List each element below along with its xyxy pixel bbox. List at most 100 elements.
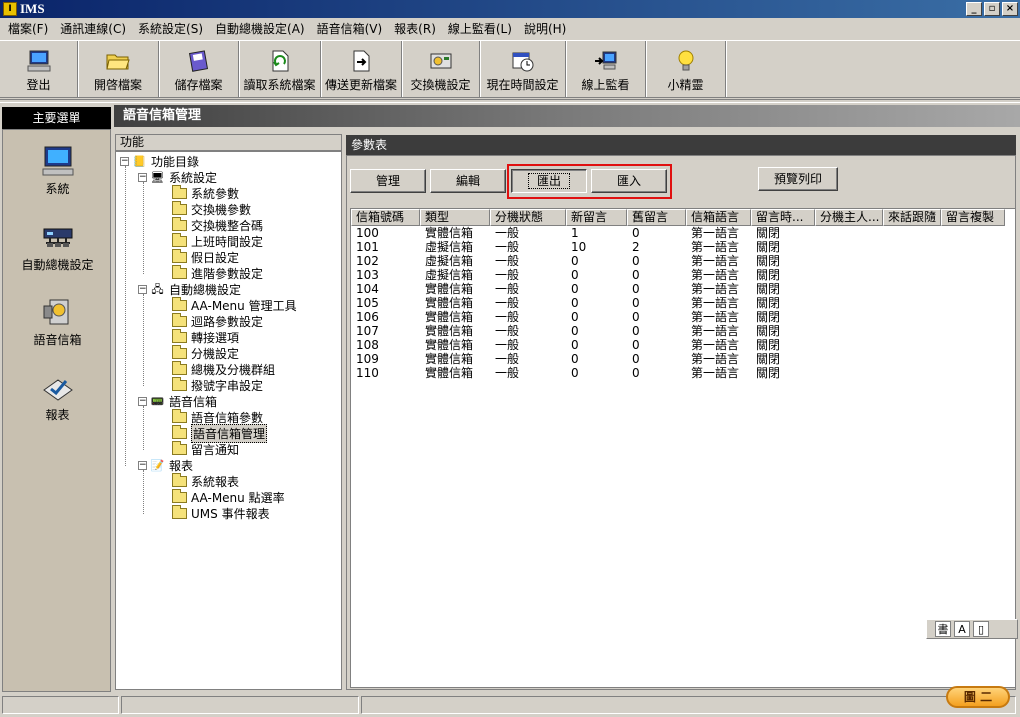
- tree-item-system-report[interactable]: 系統報表: [172, 472, 239, 489]
- ime-book-icon[interactable]: 書: [935, 621, 951, 637]
- col-header-mailbox-language[interactable]: 信箱語言: [686, 209, 751, 226]
- table-cell: [883, 338, 941, 352]
- col-header-new-messages[interactable]: 新留言: [566, 209, 627, 226]
- menu-help[interactable]: 說明(H): [518, 20, 572, 37]
- menu-reports[interactable]: 報表(R): [388, 20, 442, 37]
- table-row[interactable]: 106 實體信箱 一般 0 0 第一語言 關閉: [351, 310, 1015, 324]
- online-monitor-button[interactable]: 線上監看: [566, 41, 646, 97]
- ime-alpha-icon[interactable]: A: [954, 621, 970, 637]
- table-cell: [883, 296, 941, 310]
- table-cell: 0: [632, 282, 640, 296]
- ime-indicator[interactable]: 圖 二: [946, 686, 1010, 708]
- tree-item-office-hours[interactable]: 上班時間設定: [172, 232, 263, 249]
- col-header-call-follow[interactable]: 來話跟隨: [883, 209, 941, 226]
- collapse-toggle[interactable]: −: [138, 172, 147, 182]
- tree-item-operator-groups[interactable]: 總機及分機群組: [172, 360, 275, 377]
- table-row[interactable]: 103 虛擬信箱 一般 0 0 第一語言 關閉: [351, 268, 1015, 282]
- tree-item-advanced-params[interactable]: 進階參數設定: [172, 264, 263, 281]
- menu-voicemail[interactable]: 語音信箱(V): [311, 20, 389, 37]
- tree-item-transfer-options[interactable]: 轉接選項: [172, 328, 239, 345]
- tree-item-system-params[interactable]: 系統參數: [172, 184, 239, 201]
- col-header-message-copy[interactable]: 留言複製: [941, 209, 1005, 226]
- table-header: 信箱號碼 類型 分機狀態 新留言 舊留言 信箱語言 留言時... 分機主人...…: [351, 209, 1015, 226]
- folder-icon: [172, 264, 187, 279]
- voicemail-icon: 📟: [150, 394, 165, 408]
- col-header-extension-owner[interactable]: 分機主人...: [815, 209, 883, 226]
- nav-item-reports[interactable]: 報表: [3, 370, 112, 423]
- tree-group-system-settings[interactable]: − 🖥 系統設定: [138, 169, 217, 185]
- tree-item-label: 交換機參數: [191, 202, 252, 217]
- table-cell: 0: [571, 282, 579, 296]
- current-time-settings-button[interactable]: 現在時間設定: [480, 41, 566, 97]
- tree-item-extension-settings[interactable]: 分機設定: [172, 344, 239, 361]
- menu-connection[interactable]: 通訊連線(C): [54, 20, 132, 37]
- nav-item-auto-attendant[interactable]: 自動總機設定: [3, 220, 112, 273]
- tree-group-auto-attendant[interactable]: − 🖧 自動總機設定: [138, 281, 241, 297]
- table-cell: 實體信箱: [425, 366, 474, 380]
- language-bar: 書 A ▯: [926, 619, 1018, 639]
- minimize-button[interactable]: _: [966, 2, 982, 16]
- wizard-label: 小精靈: [667, 78, 704, 92]
- open-file-button[interactable]: 開啓檔案: [78, 41, 159, 97]
- manage-button[interactable]: 管理: [350, 169, 426, 193]
- logout-button[interactable]: 登出: [0, 41, 78, 97]
- tree-item-dial-string[interactable]: 撥號字串設定: [172, 376, 263, 393]
- nav-item-voicemail[interactable]: 語音信箱: [3, 295, 112, 348]
- tree-item-switch-integration-code[interactable]: 交換機整合碼: [172, 216, 263, 233]
- table-cell: 實體信箱: [425, 352, 474, 366]
- table-cell: 107: [356, 324, 379, 338]
- tree-item-ums-event-report[interactable]: UMS 事件報表: [172, 504, 270, 521]
- ime-width-icon[interactable]: ▯: [973, 621, 989, 637]
- tree-item-message-notify[interactable]: 留言通知: [172, 440, 239, 457]
- main-menu-panel: 系統 自動總機設定 語音信箱 報表: [2, 129, 111, 692]
- switch-settings-button[interactable]: 交換機設定: [402, 41, 480, 97]
- tree-item-loop-params[interactable]: 迴路參數設定: [172, 312, 263, 329]
- send-update-file-button[interactable]: 傳送更新檔案: [321, 41, 402, 97]
- tree-item-aa-menu-rate[interactable]: AA-Menu 點選率: [172, 488, 285, 505]
- col-header-type[interactable]: 類型: [420, 209, 490, 226]
- menu-auto-attendant[interactable]: 自動總機設定(A): [209, 20, 311, 37]
- table-row[interactable]: 100 實體信箱 一般 1 0 第一語言 關閉: [351, 226, 1015, 240]
- tree-root[interactable]: − 📒 功能目錄: [120, 153, 199, 169]
- tree-header: 功能: [115, 134, 342, 151]
- read-system-file-button[interactable]: 讀取系統檔案: [239, 41, 321, 97]
- col-header-message-time[interactable]: 留言時...: [751, 209, 815, 226]
- menu-online-monitor[interactable]: 線上監看(L): [442, 20, 518, 37]
- table-row[interactable]: 109 實體信箱 一般 0 0 第一語言 關閉: [351, 352, 1015, 366]
- table-row[interactable]: 110 實體信箱 一般 0 0 第一語言 關閉: [351, 366, 1015, 380]
- col-header-extension-status[interactable]: 分機狀態: [490, 209, 566, 226]
- menu-file[interactable]: 檔案(F): [2, 20, 54, 37]
- tree-item-aa-menu-tool[interactable]: AA-Menu 管理工具: [172, 296, 297, 313]
- edit-button[interactable]: 編輯: [430, 169, 506, 193]
- toolbar: 登出 開啓檔案 儲存檔案 讀取系統檔案 傳送更新檔案 交換機設定 現在時間設定 …: [0, 40, 1020, 98]
- maximize-button[interactable]: ▫: [984, 2, 1000, 16]
- col-header-old-messages[interactable]: 舊留言: [627, 209, 686, 226]
- menu-system-settings[interactable]: 系統設定(S): [132, 20, 209, 37]
- table-row[interactable]: 102 虛擬信箱 一般 0 0 第一語言 關閉: [351, 254, 1015, 268]
- table-row[interactable]: 105 實體信箱 一般 0 0 第一語言 關閉: [351, 296, 1015, 310]
- collapse-toggle[interactable]: −: [138, 284, 147, 294]
- collapse-toggle[interactable]: −: [138, 460, 147, 470]
- collapse-toggle[interactable]: −: [138, 396, 147, 406]
- tree-item-switch-params[interactable]: 交換機參數: [172, 200, 252, 217]
- read-file-icon: [268, 50, 292, 72]
- print-preview-button[interactable]: 預覽列印: [758, 167, 838, 191]
- computer-icon: 🖥: [150, 170, 165, 184]
- table-row[interactable]: 107 實體信箱 一般 0 0 第一語言 關閉: [351, 324, 1015, 338]
- calendar-clock-icon: [511, 50, 535, 72]
- collapse-toggle[interactable]: −: [120, 156, 129, 166]
- wizard-button[interactable]: 小精靈: [646, 41, 726, 97]
- table-row[interactable]: 101 虛擬信箱 一般 10 2 第一語言 關閉: [351, 240, 1015, 254]
- table-row[interactable]: 108 實體信箱 一般 0 0 第一語言 關閉: [351, 338, 1015, 352]
- close-button[interactable]: ×: [1002, 2, 1018, 16]
- nav-item-system[interactable]: 系統: [3, 144, 112, 197]
- table-cell: 一般: [495, 226, 520, 240]
- tree-item-voicemail-management[interactable]: 語音信箱管理: [172, 423, 268, 443]
- tree-group-voicemail[interactable]: − 📟 語音信箱: [138, 393, 217, 409]
- tree-group-reports[interactable]: − 📝 報表: [138, 457, 193, 473]
- table-row[interactable]: 104 實體信箱 一般 0 0 第一語言 關閉: [351, 282, 1015, 296]
- col-header-mailbox-number[interactable]: 信箱號碼: [351, 209, 420, 226]
- tree-item-holiday-settings[interactable]: 假日設定: [172, 248, 239, 265]
- save-file-button[interactable]: 儲存檔案: [159, 41, 239, 97]
- read-system-file-label: 讀取系統檔案: [243, 78, 316, 92]
